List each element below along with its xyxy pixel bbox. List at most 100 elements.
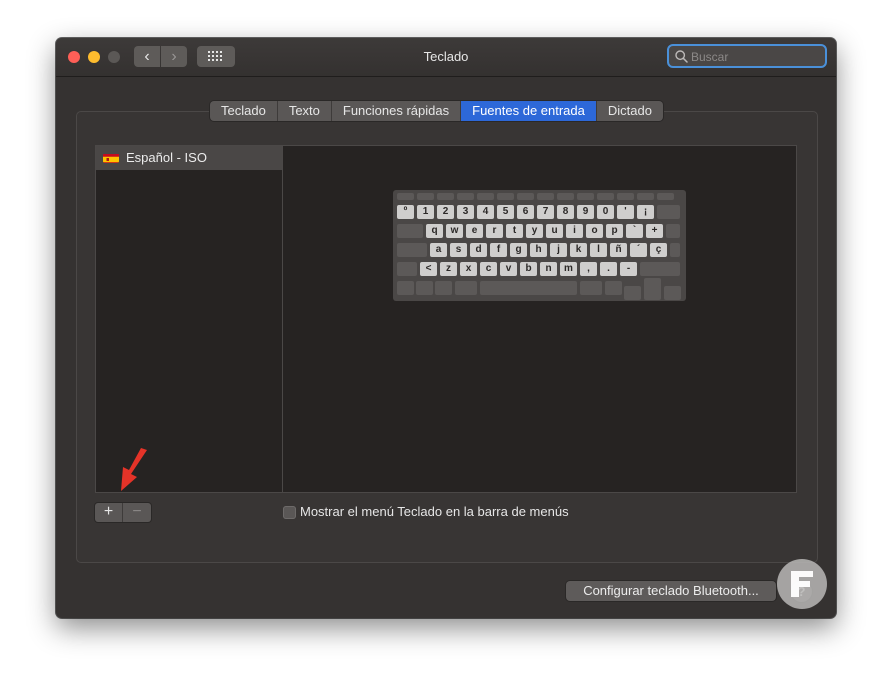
add-remove-control: + −: [95, 503, 151, 522]
keyboard-blank-key: [624, 286, 641, 300]
function-key: [497, 193, 514, 200]
keyboard-key: ': [617, 205, 634, 219]
keyboard-key: 1: [417, 205, 434, 219]
tab-bar: Teclado Texto Funciones rápidas Fuentes …: [210, 101, 663, 121]
function-key: [657, 193, 674, 200]
function-key: [397, 193, 414, 200]
tab-texto[interactable]: Texto: [278, 101, 332, 121]
keyboard-key: v: [500, 262, 517, 276]
keyboard-blank-key: [580, 281, 602, 295]
keyboard-blank-key: [480, 281, 577, 295]
keyboard-key: q: [426, 224, 443, 238]
keyboard-key: 0: [597, 205, 614, 219]
keyboard-key: <: [420, 262, 437, 276]
show-menu-label: Mostrar el menú Teclado en la barra de m…: [300, 504, 569, 519]
configure-bluetooth-keyboard-button[interactable]: Configurar teclado Bluetooth...: [566, 581, 776, 601]
remove-input-source-button[interactable]: −: [123, 503, 151, 522]
keyboard-key: d: [470, 243, 487, 257]
tab-fuentes-de-entrada[interactable]: Fuentes de entrada: [461, 101, 597, 121]
keyboard-blank-key: [397, 224, 423, 238]
keyboard-key: ,: [580, 262, 597, 276]
spain-flag-icon: [103, 152, 119, 163]
function-key: [457, 193, 474, 200]
keyboard-key: z: [440, 262, 457, 276]
keyboard-key: m: [560, 262, 577, 276]
keyboard-key: h: [530, 243, 547, 257]
function-key: [597, 193, 614, 200]
keyboard-key: e: [466, 224, 483, 238]
keyboard-key: f: [490, 243, 507, 257]
keyboard-blank-key: [666, 224, 680, 238]
keyboard-key: s: [450, 243, 467, 257]
function-key: [617, 193, 634, 200]
function-key: [577, 193, 594, 200]
keyboard-blank-key: [605, 281, 622, 295]
keyboard-key: 6: [517, 205, 534, 219]
keyboard-key: n: [540, 262, 557, 276]
keyboard-key: a: [430, 243, 447, 257]
input-source-label: Español - ISO: [126, 150, 207, 165]
keyboard-key: i: [566, 224, 583, 238]
keyboard-key: ç: [650, 243, 667, 257]
keyboard-blank-key: [657, 205, 680, 219]
keyboard-key: 9: [577, 205, 594, 219]
list-item[interactable]: Español - ISO: [96, 146, 283, 170]
keyboard-key: o: [586, 224, 603, 238]
keyboard-key: 3: [457, 205, 474, 219]
keyboard-blank-key: [397, 281, 414, 295]
keyboard-key: r: [486, 224, 503, 238]
title-bar: ‹ › Teclado: [56, 38, 836, 77]
keyboard-blank-key: [664, 286, 681, 300]
keyboard-key: u: [546, 224, 563, 238]
keyboard-key: 8: [557, 205, 574, 219]
keyboard-blank-key: [435, 281, 452, 295]
keyboard-key: `: [626, 224, 643, 238]
function-key: [637, 193, 654, 200]
keyboard-blank-key: [640, 262, 680, 276]
function-key: [417, 193, 434, 200]
show-menu-checkbox[interactable]: [283, 506, 296, 519]
keyboard-key: 4: [477, 205, 494, 219]
tab-dictado[interactable]: Dictado: [597, 101, 663, 121]
keyboard-key: ñ: [610, 243, 627, 257]
keyboard-layout-preview: º 1 2 3 4 5 6 7 8 9 0 ' ¡ q w e r t y u i o p ` + a s d f g h j k l ñ ´ ç < z x…: [393, 190, 686, 301]
keyboard-key: x: [460, 262, 477, 276]
function-key: [477, 193, 494, 200]
search-field[interactable]: [667, 44, 827, 68]
keyboard-blank-key: [416, 281, 433, 295]
keyboard-blank-key: [644, 286, 661, 300]
keyboard-preferences-window: ‹ › Teclado Teclado Texto: [56, 38, 836, 618]
function-key: [437, 193, 454, 200]
input-sources-list[interactable]: Español - ISO: [95, 145, 283, 493]
keyboard-blank-key: [455, 281, 477, 295]
annotation-arrow-icon: [121, 448, 147, 491]
keyboard-key: +: [646, 224, 663, 238]
function-key: [537, 193, 554, 200]
keyboard-key: c: [480, 262, 497, 276]
keyboard-key: j: [550, 243, 567, 257]
function-key: [557, 193, 574, 200]
keyboard-key: l: [590, 243, 607, 257]
keyboard-blank-key: [397, 243, 427, 257]
search-icon: [675, 50, 688, 63]
brand-logo-icon: [777, 559, 827, 609]
keyboard-blank-key: [397, 262, 417, 276]
keyboard-key: ´: [630, 243, 647, 257]
tab-funciones-rapidas[interactable]: Funciones rápidas: [332, 101, 462, 121]
keyboard-key: -: [620, 262, 637, 276]
keyboard-key: p: [606, 224, 623, 238]
keyboard-key: w: [446, 224, 463, 238]
keyboard-key: ¡: [637, 205, 654, 219]
function-key: [517, 193, 534, 200]
keyboard-key: t: [506, 224, 523, 238]
keyboard-key: g: [510, 243, 527, 257]
search-input[interactable]: [691, 48, 821, 66]
keyboard-key: 2: [437, 205, 454, 219]
keyboard-key: y: [526, 224, 543, 238]
keyboard-key: 5: [497, 205, 514, 219]
keyboard-blank-key: [670, 243, 680, 257]
tab-teclado[interactable]: Teclado: [210, 101, 278, 121]
keyboard-key: º: [397, 205, 414, 219]
keyboard-key: b: [520, 262, 537, 276]
add-input-source-button[interactable]: +: [95, 503, 123, 522]
